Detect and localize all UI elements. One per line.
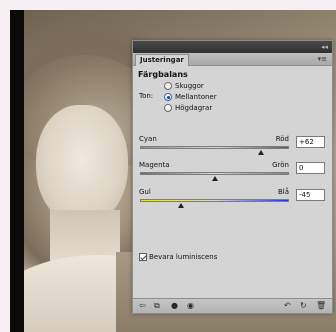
- slider-yellow-label: Gul: [139, 188, 151, 196]
- panel-titlebar[interactable]: ◂◂: [133, 41, 332, 53]
- photo-face: [36, 105, 128, 225]
- preserve-luminosity-row[interactable]: Bevara luminiscens: [139, 253, 217, 261]
- slider-red-label: Röd: [275, 135, 289, 143]
- radio-icon[interactable]: [164, 82, 172, 90]
- cyan-red-value-input[interactable]: +62: [296, 136, 325, 148]
- adjustments-panel: ◂◂ Justeringar ▾≡ Färgbalans Ton: Skuggo…: [132, 40, 333, 314]
- slider-yellow-blue-thumb[interactable]: [177, 203, 184, 208]
- preserve-luminosity-checkbox[interactable]: [139, 253, 147, 261]
- radio-highlights[interactable]: Högdagrar: [164, 103, 212, 113]
- canvas-edge: [10, 10, 24, 332]
- radio-label: Högdagrar: [175, 104, 213, 112]
- slider-green-label: Grön: [272, 161, 289, 169]
- slider-magenta-green-thumb[interactable]: [211, 176, 218, 181]
- slider-magenta-label: Magenta: [139, 161, 170, 169]
- slider-cyan-red-thumb[interactable]: [257, 150, 264, 155]
- delete-trash-icon[interactable]: 🗑: [316, 301, 326, 311]
- panel-footer: ⇦ ⧉ ● ◉ ↶ ↻ 🗑: [133, 298, 332, 313]
- radio-icon[interactable]: [164, 104, 172, 112]
- panel-content: Färgbalans Ton: Skuggor Mellantoner Högd…: [133, 66, 332, 300]
- view-previous-icon[interactable]: ↶: [284, 301, 291, 311]
- visibility-eye-icon[interactable]: ◉: [187, 301, 194, 311]
- tab-adjustments[interactable]: Justeringar: [135, 54, 189, 66]
- slider-magenta-green-track[interactable]: [140, 172, 289, 175]
- preserve-luminosity-label: Bevara luminiscens: [149, 253, 218, 261]
- ton-label: Ton:: [139, 92, 154, 100]
- radio-icon[interactable]: [164, 93, 172, 101]
- clip-to-layer-icon[interactable]: ●: [171, 301, 178, 311]
- slider-cyan-label: Cyan: [139, 135, 157, 143]
- yellow-blue-value-input[interactable]: -45: [296, 189, 325, 201]
- radio-shadows[interactable]: Skuggor: [164, 81, 204, 91]
- slider-yellow-blue-track[interactable]: [140, 199, 289, 202]
- radio-label: Skuggor: [175, 82, 204, 90]
- reset-icon[interactable]: ↻: [300, 301, 307, 311]
- panel-heading: Färgbalans: [138, 70, 188, 79]
- panel-tabbar: Justeringar ▾≡: [133, 53, 332, 66]
- expanded-view-icon[interactable]: ⧉: [154, 301, 160, 311]
- radio-midtones[interactable]: Mellantoner: [164, 92, 217, 102]
- return-to-list-icon[interactable]: ⇦: [139, 301, 146, 311]
- panel-menu-icon[interactable]: ▾≡: [318, 55, 327, 63]
- radio-label: Mellantoner: [175, 93, 217, 101]
- collapse-icon[interactable]: ◂◂: [321, 43, 328, 51]
- slider-blue-label: Blå: [277, 188, 289, 196]
- slider-cyan-red-track[interactable]: [140, 146, 289, 149]
- magenta-green-value-input[interactable]: 0: [296, 162, 325, 174]
